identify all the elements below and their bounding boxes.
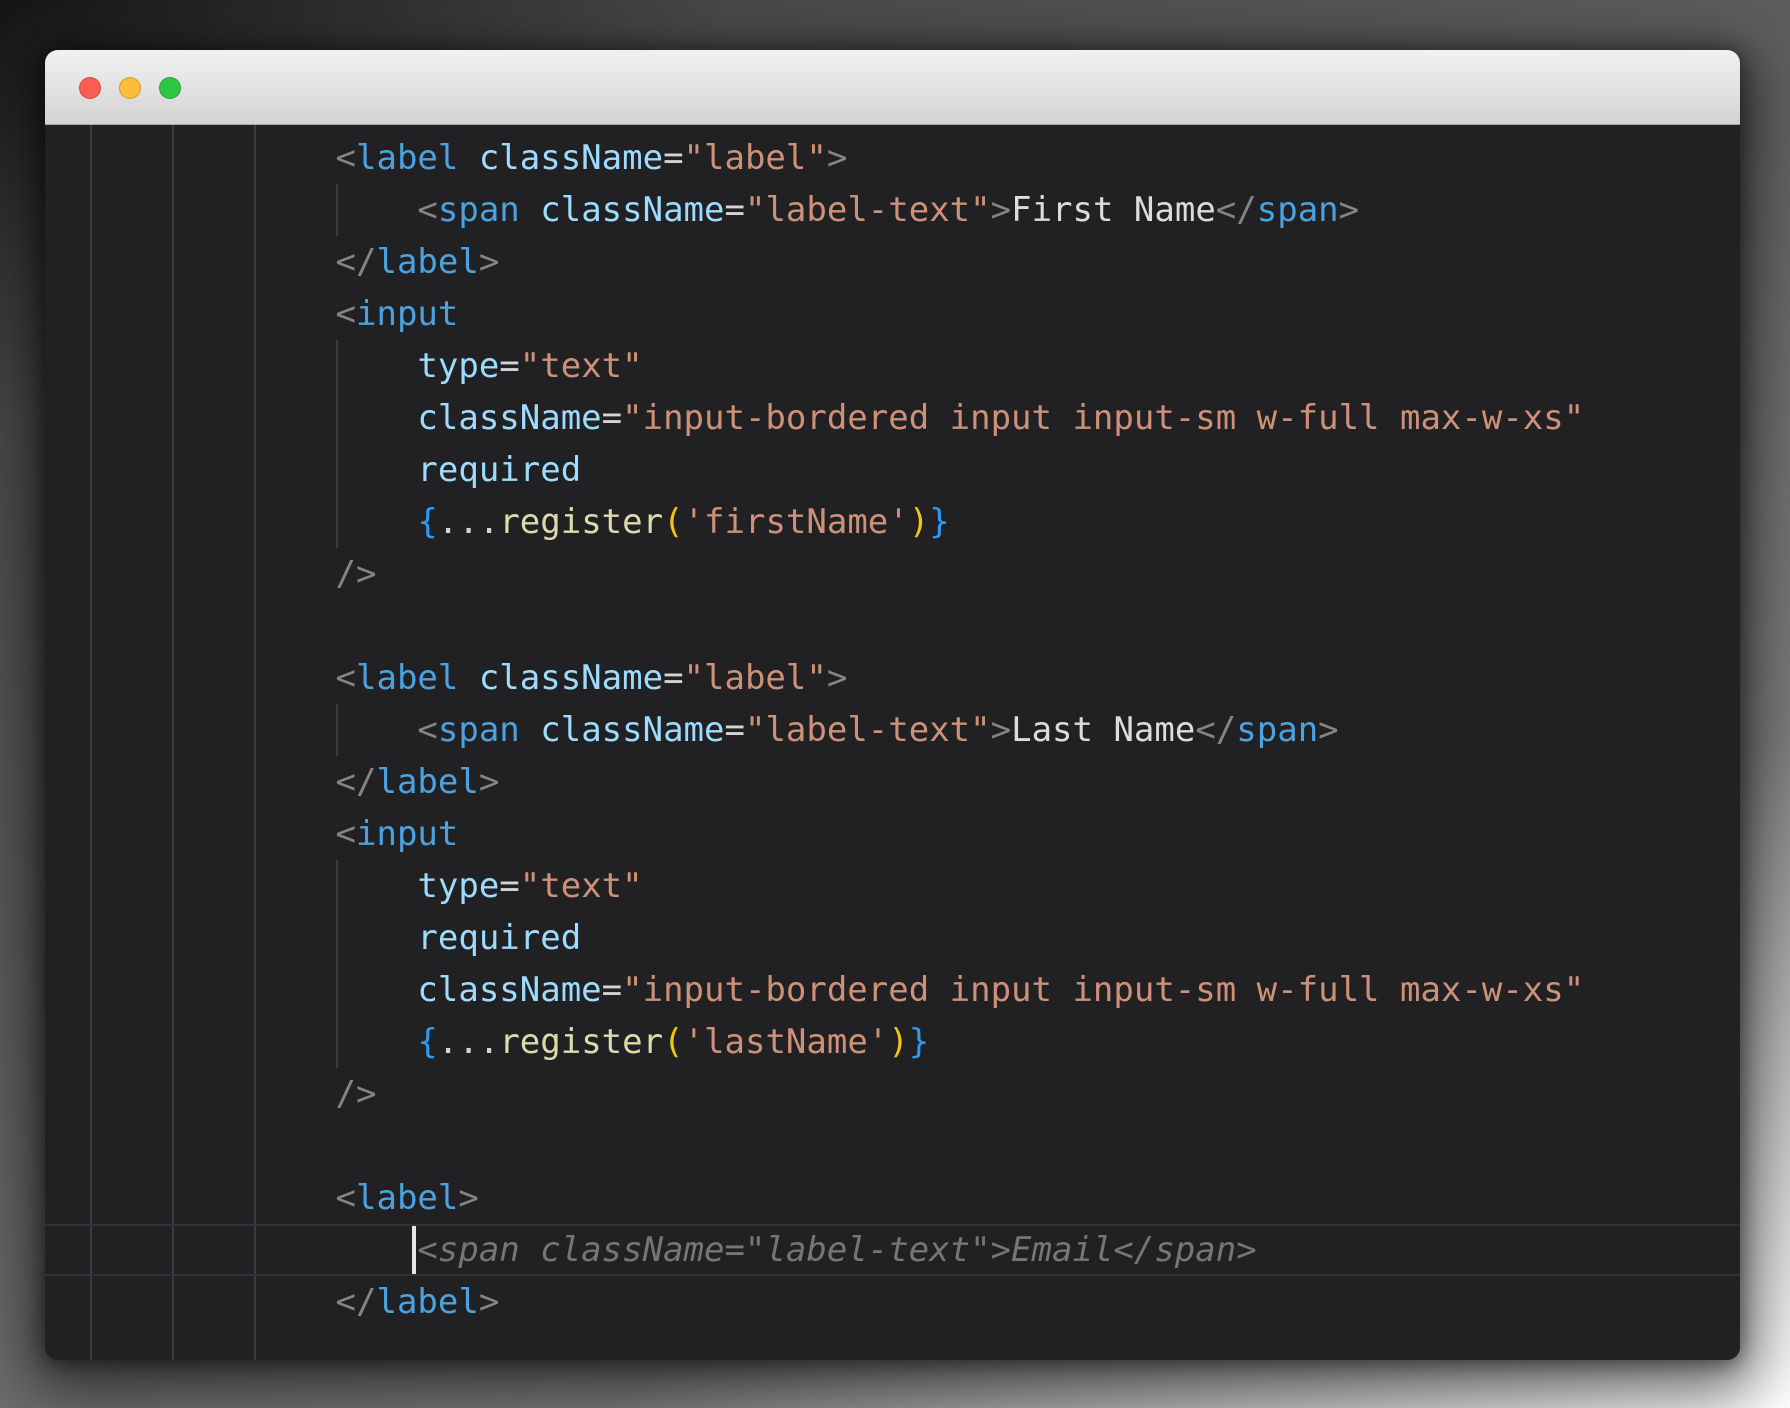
- code-line[interactable]: <span className="label-text">First Name<…: [45, 184, 1740, 236]
- code-line[interactable]: <input: [45, 288, 1740, 340]
- code-line[interactable]: <input: [45, 808, 1740, 860]
- code-line[interactable]: {...register('firstName')}: [45, 496, 1740, 548]
- code-line[interactable]: className="input-bordered input input-sm…: [45, 392, 1740, 444]
- zoom-button[interactable]: [159, 77, 181, 99]
- code-line[interactable]: [45, 1120, 1740, 1172]
- close-button[interactable]: [79, 77, 101, 99]
- code-line[interactable]: [45, 600, 1740, 652]
- text-cursor: [412, 1226, 416, 1274]
- window-titlebar[interactable]: [45, 50, 1740, 125]
- code-line[interactable]: <span className="label-text">Email</span…: [45, 1224, 1740, 1276]
- code-line[interactable]: required: [45, 444, 1740, 496]
- code-line[interactable]: <label className="label">: [45, 652, 1740, 704]
- code-line[interactable]: </label>: [45, 756, 1740, 808]
- code-line[interactable]: <span className="label-text">Last Name</…: [45, 704, 1740, 756]
- code-line[interactable]: />: [45, 548, 1740, 600]
- editor-window: <label className="label"> <span classNam…: [45, 50, 1740, 1360]
- code-line[interactable]: type="text": [45, 860, 1740, 912]
- code-line[interactable]: className="input-bordered input input-sm…: [45, 964, 1740, 1016]
- code-line[interactable]: type="text": [45, 340, 1740, 392]
- code-line[interactable]: </label>: [45, 1276, 1740, 1328]
- code-line[interactable]: <label className="label">: [45, 132, 1740, 184]
- code-line[interactable]: required: [45, 912, 1740, 964]
- code-line[interactable]: {...register('lastName')}: [45, 1016, 1740, 1068]
- code-line[interactable]: </label>: [45, 236, 1740, 288]
- code-editor[interactable]: <label className="label"> <span classNam…: [45, 125, 1740, 1360]
- minimize-button[interactable]: [119, 77, 141, 99]
- code-line[interactable]: <label>: [45, 1172, 1740, 1224]
- code-line[interactable]: />: [45, 1068, 1740, 1120]
